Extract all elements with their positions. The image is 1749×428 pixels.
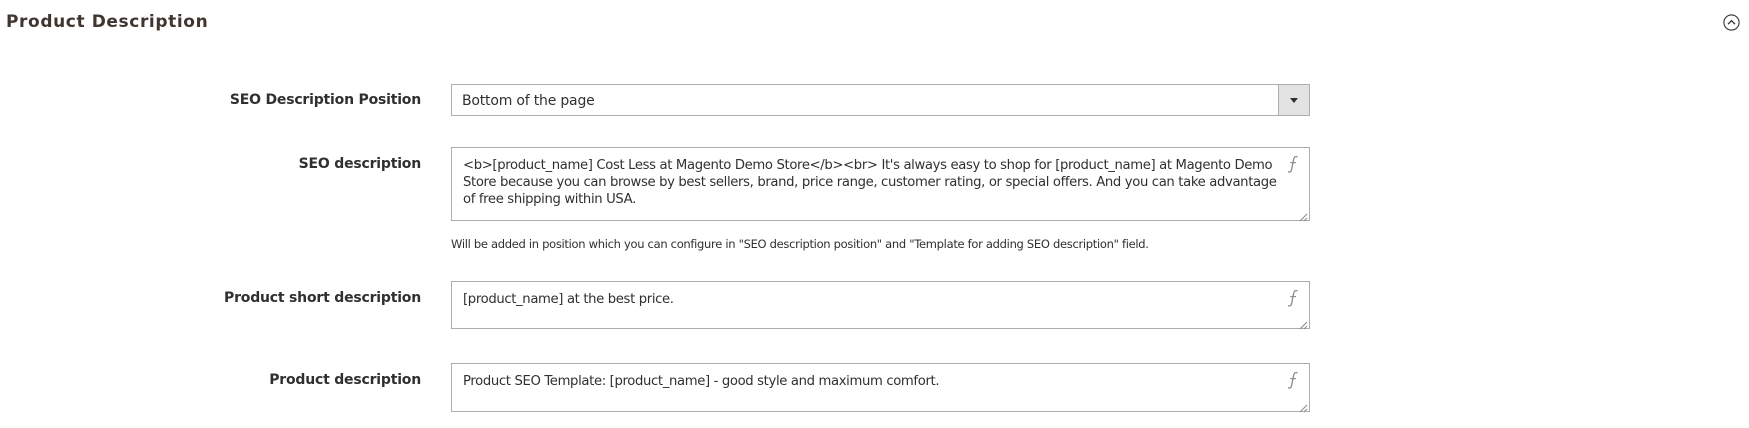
section-title: Product Description: [6, 12, 209, 32]
seo-position-select[interactable]: Bottom of the page: [451, 84, 1310, 116]
seo-description-note: Will be added in position which you can …: [451, 237, 1149, 251]
description-value: Product SEO Template: [product_name] - g…: [463, 374, 940, 389]
description-textarea[interactable]: Product SEO Template: [product_name] - g…: [451, 363, 1310, 413]
short-description-textarea[interactable]: [product_name] at the best price.: [451, 281, 1310, 330]
seo-description-value: <b>[product_name] Cost Less at Magento D…: [463, 158, 1277, 207]
description-label: Product description: [269, 372, 421, 388]
resize-handle[interactable]: [1298, 317, 1308, 330]
seo-position-label: SEO Description Position: [229, 92, 421, 108]
chevron-up-circle-icon[interactable]: [1723, 14, 1740, 31]
caret-down-icon[interactable]: [1278, 85, 1309, 115]
seo-position-selected-value: Bottom of the page: [462, 93, 595, 109]
section-header[interactable]: Product Description: [0, 0, 1749, 48]
seo-description-textarea[interactable]: <b>[product_name] Cost Less at Magento D…: [451, 147, 1310, 222]
short-description-label: Product short description: [224, 290, 421, 306]
seo-description-label: SEO description: [298, 156, 422, 172]
function-icon[interactable]: [1285, 154, 1301, 174]
function-icon[interactable]: [1285, 370, 1301, 390]
resize-handle[interactable]: [1298, 400, 1308, 413]
resize-handle[interactable]: [1298, 209, 1308, 222]
short-description-value: [product_name] at the best price.: [463, 292, 674, 307]
function-icon[interactable]: [1285, 288, 1301, 308]
